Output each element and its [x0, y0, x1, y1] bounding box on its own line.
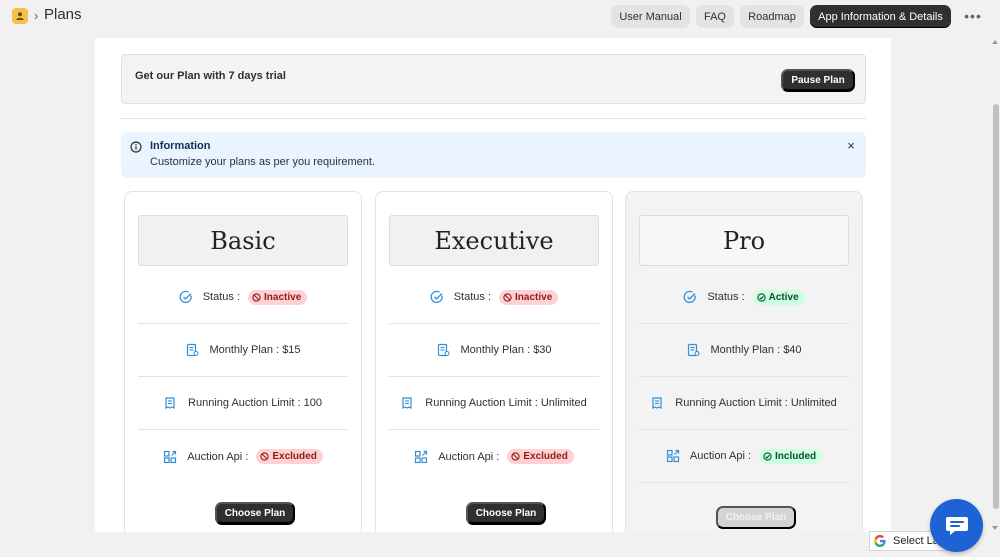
trial-text: Get our Plan with 7 days trial	[135, 70, 286, 82]
roadmap-button[interactable]: Roadmap	[740, 5, 804, 28]
scroll-down-arrow-icon[interactable]	[992, 526, 998, 530]
monthly-row: Monthly Plan : $40	[639, 324, 849, 377]
plan-card-pro: Pro Status : Active Monthly Plan : $40 R…	[625, 191, 863, 532]
scroll-thumb[interactable]	[993, 104, 999, 509]
auction-limit-text: Running Auction Limit : Unlimited	[675, 397, 837, 409]
status-row: Status : Active	[639, 271, 849, 324]
auction-api-row: Auction Api : Included	[639, 430, 849, 483]
check-circle-icon	[763, 451, 772, 461]
blocked-icon	[260, 452, 269, 461]
plan-name: Executive	[389, 215, 599, 266]
status-label: Status :	[202, 291, 241, 303]
page-title: Plans	[44, 6, 82, 23]
plan-name: Pro	[639, 215, 849, 266]
api-badge: Excluded	[507, 449, 574, 464]
check-circle-icon	[683, 290, 697, 304]
pause-plan-button[interactable]: Pause Plan	[781, 69, 855, 92]
monthly-plan-text: Monthly Plan : $15	[209, 344, 301, 356]
auction-api-label: Auction Api :	[438, 450, 500, 463]
google-icon	[874, 535, 886, 547]
receipt-icon	[438, 343, 450, 357]
blocked-icon	[252, 292, 261, 302]
auction-limit-row: Running Auction Limit : Unlimited	[389, 377, 599, 430]
document-icon	[652, 397, 662, 409]
check-circle-icon	[430, 290, 443, 304]
choose-plan-button[interactable]: Choose Plan	[215, 502, 295, 525]
auction-limit-row: Running Auction Limit : Unlimited	[639, 377, 849, 430]
status-badge: Active	[752, 289, 805, 305]
auction-api-label: Auction Api :	[187, 450, 249, 463]
apps-icon	[666, 449, 679, 463]
user-manual-button[interactable]: User Manual	[611, 5, 690, 28]
blocked-icon	[511, 452, 520, 461]
main-panel: Get our Plan with 7 days trial Pause Pla…	[95, 38, 891, 532]
api-badge: Excluded	[256, 449, 323, 464]
info-icon	[130, 141, 142, 153]
status-label: Status :	[707, 291, 745, 303]
monthly-plan-text: Monthly Plan : $40	[710, 344, 802, 356]
document-icon	[402, 397, 412, 409]
status-badge: Inactive	[499, 289, 559, 305]
faq-button[interactable]: FAQ	[696, 5, 734, 28]
app-icon[interactable]	[12, 8, 28, 24]
check-circle-icon	[179, 290, 192, 304]
app-information-button[interactable]: App Information & Details	[810, 5, 951, 28]
trial-card: Get our Plan with 7 days trial Pause Pla…	[121, 54, 866, 104]
auction-api-row: Auction Api : Excluded	[389, 430, 599, 483]
status-row: Status : Inactive	[389, 271, 599, 324]
info-banner: Information Customize your plans as per …	[121, 132, 866, 178]
divider	[121, 118, 866, 119]
status-label: Status :	[453, 291, 492, 303]
receipt-icon	[187, 343, 199, 357]
check-circle-icon	[756, 292, 766, 302]
ellipsis-icon[interactable]: •••	[963, 8, 983, 24]
auction-limit-text: Running Auction Limit : Unlimited	[425, 397, 587, 409]
choose-plan-button[interactable]: Choose Plan	[466, 502, 546, 525]
close-icon[interactable]: ×	[844, 139, 858, 153]
choose-plan-button-disabled: Choose Plan	[716, 506, 796, 529]
chat-icon	[945, 516, 968, 535]
monthly-plan-text: Monthly Plan : $30	[460, 344, 552, 356]
monthly-row: Monthly Plan : $15	[138, 324, 348, 377]
auction-api-label: Auction Api :	[689, 450, 752, 462]
auction-api-row: Auction Api : Excluded	[138, 430, 348, 483]
auction-limit-text: Running Auction Limit : 100	[188, 397, 322, 409]
info-message: Customize your plans as per you requirem…	[150, 156, 375, 168]
scroll-up-arrow-icon[interactable]	[992, 40, 998, 44]
scrollbar[interactable]	[991, 38, 1000, 532]
info-title: Information	[150, 140, 211, 152]
status-row: Status : Inactive	[138, 271, 348, 324]
blocked-icon	[503, 292, 512, 302]
plan-card-executive: Executive Status : Inactive Monthly Plan…	[375, 191, 613, 532]
receipt-icon	[688, 343, 700, 357]
plan-card-basic: Basic Status : Inactive Monthly Plan : $…	[124, 191, 362, 532]
status-badge: Inactive	[248, 289, 308, 305]
chat-button[interactable]	[930, 499, 983, 552]
document-icon	[165, 397, 175, 409]
plan-name: Basic	[138, 215, 348, 266]
breadcrumb-separator: ›	[34, 8, 39, 23]
auction-limit-row: Running Auction Limit : 100	[138, 377, 348, 430]
monthly-row: Monthly Plan : $30	[389, 324, 599, 377]
apps-icon	[164, 450, 177, 463]
apps-icon	[415, 450, 428, 463]
top-bar: › Plans User Manual FAQ Roadmap App Info…	[0, 0, 1000, 34]
api-badge: Included	[759, 448, 823, 464]
